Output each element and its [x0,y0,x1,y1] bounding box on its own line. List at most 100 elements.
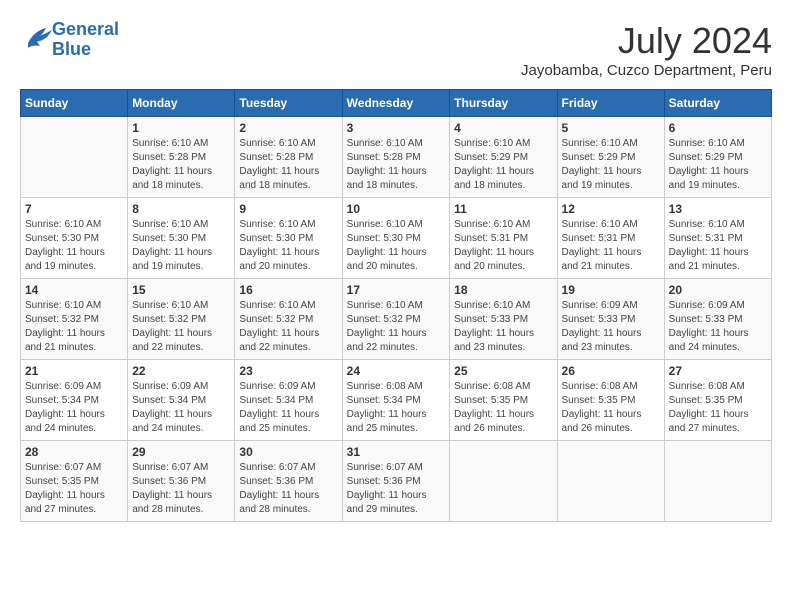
day-number: 5 [562,121,660,135]
calendar-cell: 25 Sunrise: 6:08 AMSunset: 5:35 PMDayligh… [450,360,557,441]
day-info: Sunrise: 6:10 AMSunset: 5:29 PMDaylight:… [562,137,660,193]
day-number: 21 [25,364,123,378]
day-number: 26 [562,364,660,378]
day-info: Sunrise: 6:07 AMSunset: 5:36 PMDaylight:… [239,461,337,517]
day-info: Sunrise: 6:09 AMSunset: 5:34 PMDaylight:… [132,380,230,436]
day-number: 12 [562,202,660,216]
day-info: Sunrise: 6:10 AMSunset: 5:29 PMDaylight:… [669,137,767,193]
day-number: 13 [669,202,767,216]
day-info: Sunrise: 6:10 AMSunset: 5:30 PMDaylight:… [132,218,230,274]
calendar-cell: 23 Sunrise: 6:09 AMSunset: 5:34 PMDayligh… [235,360,342,441]
day-info: Sunrise: 6:10 AMSunset: 5:31 PMDaylight:… [669,218,767,274]
day-number: 3 [347,121,446,135]
calendar-cell: 17Sunrise: 6:10 AMSunset: 5:32 PMDayligh… [342,279,450,360]
calendar-cell: 5 Sunrise: 6:10 AMSunset: 5:29 PMDaylight… [557,117,664,198]
calendar-cell [664,441,771,522]
title-section: July 2024 Jayobamba, Cuzco Department, P… [521,20,772,79]
day-info: Sunrise: 6:10 AMSunset: 5:33 PMDaylight:… [454,299,552,355]
calendar-cell: 15 Sunrise: 6:10 AMSunset: 5:32 PMDayligh… [128,279,235,360]
calendar-cell: 26Sunrise: 6:08 AMSunset: 5:35 PMDayligh… [557,360,664,441]
calendar-cell: 16Sunrise: 6:10 AMSunset: 5:32 PMDayligh… [235,279,342,360]
day-info: Sunrise: 6:10 AMSunset: 5:32 PMDaylight:… [25,299,123,355]
calendar-cell: 10 Sunrise: 6:10 AMSunset: 5:30 PMDayligh… [342,198,450,279]
day-info: Sunrise: 6:09 AMSunset: 5:33 PMDaylight:… [669,299,767,355]
day-number: 15 [132,283,230,297]
logo-icon [22,23,52,51]
page-header: General Blue July 2024 Jayobamba, Cuzco … [20,20,772,79]
calendar-cell: 12 Sunrise: 6:10 AMSunset: 5:31 PMDayligh… [557,198,664,279]
header-sunday: Sunday [21,90,128,117]
calendar-table: SundayMondayTuesdayWednesdayThursdayFrid… [20,89,772,522]
day-info: Sunrise: 6:10 AMSunset: 5:32 PMDaylight:… [347,299,446,355]
day-info: Sunrise: 6:10 AMSunset: 5:31 PMDaylight:… [454,218,552,274]
day-info: Sunrise: 6:08 AMSunset: 5:35 PMDaylight:… [669,380,767,436]
day-number: 19 [562,283,660,297]
day-number: 9 [239,202,337,216]
day-number: 2 [239,121,337,135]
day-number: 18 [454,283,552,297]
day-number: 22 [132,364,230,378]
day-number: 29 [132,445,230,459]
header-saturday: Saturday [664,90,771,117]
calendar-cell: 2 Sunrise: 6:10 AMSunset: 5:28 PMDaylight… [235,117,342,198]
calendar-cell: 18 Sunrise: 6:10 AMSunset: 5:33 PMDayligh… [450,279,557,360]
calendar-cell: 30 Sunrise: 6:07 AMSunset: 5:36 PMDayligh… [235,441,342,522]
calendar-week-row: 1Sunrise: 6:10 AMSunset: 5:28 PMDaylight… [21,117,772,198]
location-text: Jayobamba, Cuzco Department, Peru [521,62,772,79]
calendar-cell: 3 Sunrise: 6:10 AMSunset: 5:28 PMDaylight… [342,117,450,198]
header-tuesday: Tuesday [235,90,342,117]
day-info: Sunrise: 6:10 AMSunset: 5:30 PMDaylight:… [347,218,446,274]
calendar-cell: 19Sunrise: 6:09 AMSunset: 5:33 PMDayligh… [557,279,664,360]
day-info: Sunrise: 6:10 AMSunset: 5:30 PMDaylight:… [25,218,123,274]
day-info: Sunrise: 6:10 AMSunset: 5:31 PMDaylight:… [562,218,660,274]
calendar-week-row: 28 Sunrise: 6:07 AMSunset: 5:35 PMDayligh… [21,441,772,522]
day-number: 28 [25,445,123,459]
calendar-cell: 11 Sunrise: 6:10 AMSunset: 5:31 PMDayligh… [450,198,557,279]
day-number: 7 [25,202,123,216]
day-number: 23 [239,364,337,378]
day-info: Sunrise: 6:07 AMSunset: 5:35 PMDaylight:… [25,461,123,517]
day-number: 10 [347,202,446,216]
day-number: 24 [347,364,446,378]
day-info: Sunrise: 6:10 AMSunset: 5:28 PMDaylight:… [239,137,337,193]
day-number: 4 [454,121,552,135]
day-number: 11 [454,202,552,216]
calendar-cell [450,441,557,522]
calendar-cell: 27Sunrise: 6:08 AMSunset: 5:35 PMDayligh… [664,360,771,441]
header-wednesday: Wednesday [342,90,450,117]
calendar-cell: 24 Sunrise: 6:08 AMSunset: 5:34 PMDayligh… [342,360,450,441]
calendar-header-row: SundayMondayTuesdayWednesdayThursdayFrid… [21,90,772,117]
calendar-cell: 22 Sunrise: 6:09 AMSunset: 5:34 PMDayligh… [128,360,235,441]
month-year-title: July 2024 [521,20,772,62]
calendar-cell: 13 Sunrise: 6:10 AMSunset: 5:31 PMDayligh… [664,198,771,279]
day-info: Sunrise: 6:08 AMSunset: 5:34 PMDaylight:… [347,380,446,436]
day-info: Sunrise: 6:09 AMSunset: 5:34 PMDaylight:… [239,380,337,436]
day-info: Sunrise: 6:08 AMSunset: 5:35 PMDaylight:… [454,380,552,436]
logo: General Blue [20,20,119,60]
calendar-cell: 7 Sunrise: 6:10 AMSunset: 5:30 PMDaylight… [21,198,128,279]
calendar-cell: 9 Sunrise: 6:10 AMSunset: 5:30 PMDaylight… [235,198,342,279]
header-friday: Friday [557,90,664,117]
calendar-week-row: 21 Sunrise: 6:09 AMSunset: 5:34 PMDayligh… [21,360,772,441]
day-info: Sunrise: 6:10 AMSunset: 5:28 PMDaylight:… [347,137,446,193]
day-info: Sunrise: 6:10 AMSunset: 5:32 PMDaylight:… [132,299,230,355]
day-number: 30 [239,445,337,459]
day-info: Sunrise: 6:10 AMSunset: 5:30 PMDaylight:… [239,218,337,274]
calendar-cell: 28 Sunrise: 6:07 AMSunset: 5:35 PMDayligh… [21,441,128,522]
calendar-week-row: 7 Sunrise: 6:10 AMSunset: 5:30 PMDaylight… [21,198,772,279]
calendar-cell: 14Sunrise: 6:10 AMSunset: 5:32 PMDayligh… [21,279,128,360]
day-number: 31 [347,445,446,459]
day-number: 8 [132,202,230,216]
calendar-week-row: 14Sunrise: 6:10 AMSunset: 5:32 PMDayligh… [21,279,772,360]
day-info: Sunrise: 6:10 AMSunset: 5:28 PMDaylight:… [132,137,230,193]
day-number: 20 [669,283,767,297]
calendar-cell: 21Sunrise: 6:09 AMSunset: 5:34 PMDayligh… [21,360,128,441]
day-info: Sunrise: 6:07 AMSunset: 5:36 PMDaylight:… [347,461,446,517]
day-info: Sunrise: 6:07 AMSunset: 5:36 PMDaylight:… [132,461,230,517]
day-info: Sunrise: 6:10 AMSunset: 5:32 PMDaylight:… [239,299,337,355]
day-number: 25 [454,364,552,378]
calendar-cell: 31 Sunrise: 6:07 AMSunset: 5:36 PMDayligh… [342,441,450,522]
calendar-cell: 29 Sunrise: 6:07 AMSunset: 5:36 PMDayligh… [128,441,235,522]
calendar-cell: 8 Sunrise: 6:10 AMSunset: 5:30 PMDaylight… [128,198,235,279]
calendar-cell: 20 Sunrise: 6:09 AMSunset: 5:33 PMDayligh… [664,279,771,360]
